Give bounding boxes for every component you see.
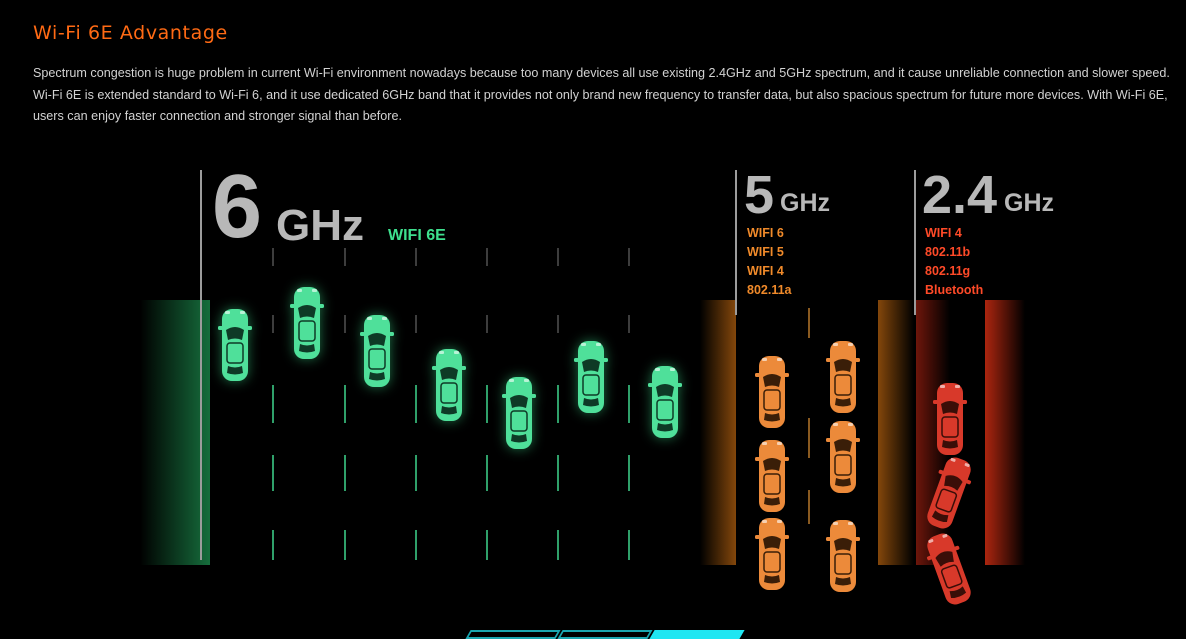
car-icon [499,374,539,456]
description-text: Spectrum congestion is huge problem in c… [33,63,1181,128]
lane-dash [486,530,488,560]
lane-dash [272,455,274,491]
lane-dash [557,385,559,423]
lane-dash [557,455,559,491]
five-ghz-standard: WIFI 5 [747,245,784,259]
lane-dash [557,530,559,560]
lane-dash [486,315,488,333]
two-four-ghz-standards: WIFI 4 802.11b 802.11g Bluetooth [925,224,983,300]
two-four-ghz-number: 2.4 [922,165,998,225]
car-icon [927,454,972,536]
five-ghz-standard: 802.11a [747,283,792,297]
lane-dash [628,248,630,266]
lane-dash [486,248,488,266]
lane-dash [272,248,274,266]
car-icon [645,363,685,445]
car-icon [752,515,792,597]
two-four-ghz-standard: 802.11g [925,264,971,278]
page-title: Wi-Fi 6E Advantage [33,22,228,44]
five-ghz-glow-left [700,300,736,565]
wifi-band-illustration: 6 GHz WIFI 6E 5 GHz WIFI 6 WIFI 5 WIFI 4… [0,160,1186,639]
lane-dash [344,455,346,491]
carousel-indicator[interactable] [465,630,561,639]
lane-dash [808,308,810,338]
five-ghz-number: 5 [744,165,775,225]
lane-dash [628,530,630,560]
five-ghz-divider [735,170,737,315]
two-four-ghz-standard: WIFI 4 [925,226,962,240]
car-icon [752,437,792,519]
lane-dash [808,490,810,524]
lane-dash [628,315,630,333]
car-icon [357,312,397,394]
lane-dash [415,248,417,266]
lane-dash [557,315,559,333]
five-ghz-standards: WIFI 6 WIFI 5 WIFI 4 802.11a [747,224,792,300]
six-ghz-number: 6 [212,157,263,257]
car-icon [752,353,792,435]
two-four-ghz-glow-right [985,300,1025,565]
description-line-2: Wi-Fi 6E is extended standard to Wi-Fi 6… [33,87,1168,102]
lane-dash [557,248,559,266]
five-ghz-standard: WIFI 6 [747,226,784,240]
lane-dash [808,418,810,458]
two-four-ghz-unit: GHz [1004,189,1054,217]
wifi-6e-label: WIFI 6E [388,227,446,244]
lane-dash [486,455,488,491]
six-ghz-divider [200,170,202,560]
two-four-ghz-divider [914,170,916,315]
carousel-indicator[interactable] [557,630,653,639]
lane-dash [344,248,346,266]
car-icon [215,306,255,388]
lane-dash [344,315,346,333]
lane-dash [272,315,274,333]
lane-dash [628,385,630,423]
lane-dash [415,315,417,333]
lane-dash [415,385,417,423]
lane-dash [344,530,346,560]
lane-dash [415,455,417,491]
two-four-ghz-standard: Bluetooth [925,283,984,297]
car-icon [823,517,863,599]
car-icon [287,284,327,366]
car-icon [930,380,970,462]
description-line-3: users can enjoy faster connection and st… [33,109,402,123]
car-icon [571,338,611,420]
lane-dash [272,530,274,560]
description-line-1: Spectrum congestion is huge problem in c… [33,66,1170,80]
lane-dash [415,530,417,560]
lane-dash [486,385,488,423]
lane-dash [628,455,630,491]
two-four-ghz-standard: 802.11b [925,245,971,259]
carousel-indicator[interactable] [649,630,745,639]
car-icon [429,346,469,428]
car-icon [823,338,863,420]
car-icon [926,530,971,612]
five-ghz-glow-right [878,300,914,565]
car-icon [823,418,863,500]
five-ghz-standard: WIFI 4 [747,264,784,278]
lane-dash [344,385,346,423]
six-ghz-unit: GHz [276,201,364,250]
five-ghz-unit: GHz [780,189,830,217]
lane-dash [272,385,274,423]
